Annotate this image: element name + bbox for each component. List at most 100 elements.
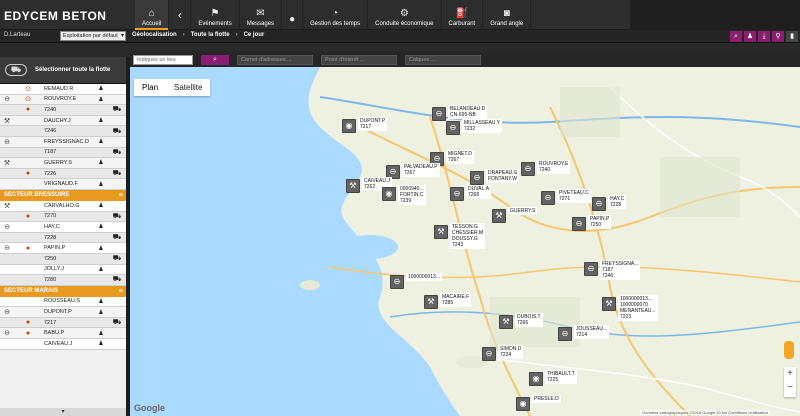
nav-item-conduite-conomique[interactable]: ⚙ Conduite économique	[368, 0, 442, 30]
vehicle-marker-icon[interactable]: ◉	[382, 187, 396, 201]
vehicle-row[interactable]: VRIGNAUD.F ♟	[0, 179, 126, 190]
menu-icon[interactable]: ≡	[119, 288, 123, 295]
vehicle-row[interactable]: ⊖ FREYSSIGNAC.D ♟	[0, 136, 126, 148]
vehicle-marker-label[interactable]: 1000000013...	[406, 273, 442, 281]
vehicle-marker-icon[interactable]: ⊖	[450, 187, 464, 201]
vehicle-marker-icon[interactable]: ⚒	[346, 179, 360, 193]
vehicle-row[interactable]: ● 7270 ⛟	[0, 211, 126, 223]
map-view[interactable]: Plan Satellite ⊖ BELANDEAU.D CN-695-NB ⊖ MI…	[130, 67, 800, 416]
layers-select[interactable]: Calques ...	[405, 54, 481, 65]
map-type-satellite[interactable]: Satellite	[166, 79, 210, 96]
vehicle-row[interactable]: JOLLY.J ♟	[0, 264, 126, 276]
vehicle-marker-label[interactable]: PIVETEAU.C 7271	[557, 189, 591, 203]
vehicle-row[interactable]: ● 7217 ⛟	[0, 317, 126, 329]
vehicle-marker-icon[interactable]: ⊖	[592, 197, 606, 211]
vehicle-row[interactable]: ⚒ CARVALHO.G ♟	[0, 200, 126, 212]
vehicle-row[interactable]: ⊖ ⊙ ROUVROY.E ♟	[0, 94, 126, 106]
vehicle-row[interactable]: 7280 ⛟	[0, 275, 126, 286]
sector-header-marais[interactable]: SECTEUR MARAIS ≡	[0, 285, 126, 297]
vehicle-row[interactable]: ⊖ ● BABU.P ♟	[0, 328, 126, 340]
vehicle-marker-label[interactable]: MILLASSEAU.Y 7232	[462, 119, 503, 133]
breadcrumb-item-geolocalisation[interactable]: Géolocalisation	[132, 32, 177, 38]
vehicle-marker-label[interactable]: SIMON.D 7224	[498, 345, 524, 359]
vehicle-row[interactable]: 7250 ⛟	[0, 253, 126, 265]
vehicle-row[interactable]: 7187 ⛟	[0, 147, 126, 159]
vehicle-marker-icon[interactable]: ⊖	[432, 107, 446, 121]
fullscreen-icon[interactable]: ▮	[786, 31, 798, 42]
pin-icon[interactable]: ⚲	[772, 31, 784, 42]
nav-item-carburant[interactable]: ⛽ Carburant	[442, 0, 484, 30]
vehicle-row[interactable]: ROUSSEAU.S ♟	[0, 296, 126, 308]
map-type-plan[interactable]: Plan	[134, 79, 166, 96]
poi-select[interactable]: Point d'intérêt ...	[321, 54, 397, 65]
place-search-input[interactable]: Indiquez un lieu	[133, 54, 193, 65]
vehicle-marker-label[interactable]: HAY.C 7228	[608, 195, 627, 209]
vehicle-marker-icon[interactable]: ⚒	[499, 315, 513, 329]
pdf-icon[interactable]: ⤓	[758, 31, 770, 42]
breadcrumb-item-day[interactable]: Ce jour	[244, 32, 265, 38]
vehicle-row[interactable]: ⚒ GUERRY.S ♟	[0, 158, 126, 169]
vehicle-marker-label[interactable]: DUVAL.A 7268	[466, 185, 492, 199]
vehicle-marker-label[interactable]: PRESLE.D	[532, 395, 561, 403]
search-icon[interactable]: ⌕	[201, 54, 229, 65]
vehicle-marker-icon[interactable]: ⊖	[470, 171, 484, 185]
nav-item-geolocation[interactable]: ●	[282, 0, 304, 30]
vehicle-marker-icon[interactable]: ⚒	[602, 297, 616, 311]
address-book-select[interactable]: Carnet d'adresses ...	[237, 54, 313, 65]
nav-item-messages[interactable]: ✉ Messages	[240, 0, 283, 30]
vehicle-row[interactable]: ● 7240 ⛟	[0, 105, 126, 116]
street-view-pegman-icon[interactable]	[784, 341, 794, 359]
alert-icon[interactable]: ♟	[744, 31, 756, 42]
select-all-fleet-button[interactable]: ⛟ Sélectionner toute la flotte	[0, 57, 126, 84]
vehicle-row[interactable]: ⊖ ● PAPIN.P ♟	[0, 243, 126, 254]
breadcrumb-item-fleet[interactable]: Toute la flotte	[191, 32, 230, 38]
vehicle-marker-icon[interactable]: ⊖	[584, 262, 598, 276]
vehicle-marker-icon[interactable]: ⊖	[558, 327, 572, 341]
search-icon[interactable]: ⌕	[730, 31, 742, 42]
vehicle-marker-label[interactable]: MIGNET.D 7267	[446, 150, 474, 164]
vehicle-row[interactable]: 7246 ⛟	[0, 126, 126, 137]
vehicle-marker-icon[interactable]: ⊖	[446, 121, 460, 135]
nav-item-accueil[interactable]: ⌂ Accueil	[135, 0, 170, 30]
zoom-out-icon[interactable]: −	[784, 381, 796, 395]
vehicle-row[interactable]: ● 7226 ⛟	[0, 168, 126, 180]
vehicle-marker-label[interactable]: TESSON.G CHESSIER.M DOUSSY.G 7243	[450, 223, 486, 249]
vehicle-marker-label[interactable]: ROUVROY.E 7240	[537, 160, 571, 174]
vehicle-row[interactable]: CAIVEAU.J ♟	[0, 339, 126, 350]
nav-item-gestion-des-temps[interactable]: ◔ Gestion des temps	[303, 0, 369, 30]
zoom-in-icon[interactable]: +	[784, 367, 796, 381]
scroll-down-icon[interactable]: ▾	[0, 408, 126, 416]
vehicle-marker-label[interactable]: FREYSSIGNA... 7187 7246	[600, 260, 641, 280]
vehicle-marker-label[interactable]: JOUSSEAU... 7214	[574, 325, 610, 339]
vehicle-marker-label[interactable]: PALVADEAU.P 7267	[402, 163, 440, 177]
vehicle-marker-label[interactable]: GUERRY.S	[508, 207, 538, 215]
vehicle-marker-label[interactable]: PAPIN.P 7250	[588, 215, 612, 229]
vehicle-row[interactable]: ⚒ DAUCHY.J ♟	[0, 115, 126, 127]
vehicle-marker-label[interactable]: BELANDEAU.D CN-695-NB	[448, 105, 488, 119]
vehicle-marker-icon[interactable]: ⊖	[390, 275, 404, 289]
vehicle-marker-icon[interactable]: ◉	[516, 397, 530, 411]
vehicle-marker-icon[interactable]: ⊖	[572, 217, 586, 231]
vehicle-marker-icon[interactable]: ⊖	[482, 347, 496, 361]
vehicle-row[interactable]: ⊙ REMAUD.R ♟	[0, 84, 126, 95]
vehicle-row[interactable]: ⊖ DUPONT.P ♟	[0, 307, 126, 318]
exploitation-select[interactable]: Exploitation par défaut ▾	[60, 31, 126, 41]
vehicle-marker-label[interactable]: MACAIRE.F 7285	[440, 293, 472, 307]
sector-header-bressuire[interactable]: SECTEUR BRESSUIRE ≡	[0, 189, 126, 201]
vehicle-marker-icon[interactable]: ◉	[529, 372, 543, 386]
vehicle-marker-label[interactable]: DUPONT.P 7217	[358, 117, 388, 131]
menu-icon[interactable]: ≡	[119, 192, 123, 199]
vehicle-marker-icon[interactable]: ⚒	[492, 209, 506, 223]
back-chevron-icon[interactable]: ‹	[169, 0, 192, 30]
vehicle-marker-label[interactable]: 1000000013... 1000000070 MENANTEAU... 72…	[618, 295, 658, 321]
vehicle-row[interactable]: ⊖ HAY.C ♟	[0, 222, 126, 233]
vehicle-marker-icon[interactable]: ◉	[342, 119, 356, 133]
vehicle-marker-icon[interactable]: ⚒	[434, 225, 448, 239]
vehicle-marker-label[interactable]: DUBOIS.T 7266	[515, 313, 543, 327]
vehicle-marker-label[interactable]: DRAPEAU.G FONTANY.W	[486, 169, 520, 183]
vehicle-marker-icon[interactable]: ⚒	[424, 295, 438, 309]
nav-item-grand-angle[interactable]: ◙ Grand angle	[483, 0, 532, 30]
vehicle-marker-label[interactable]: THIBAULT.T 7225	[545, 370, 577, 384]
vehicle-marker-icon[interactable]: ⊖	[541, 191, 555, 205]
nav-item-ev-nements[interactable]: ⚑ Evénements	[191, 0, 240, 30]
